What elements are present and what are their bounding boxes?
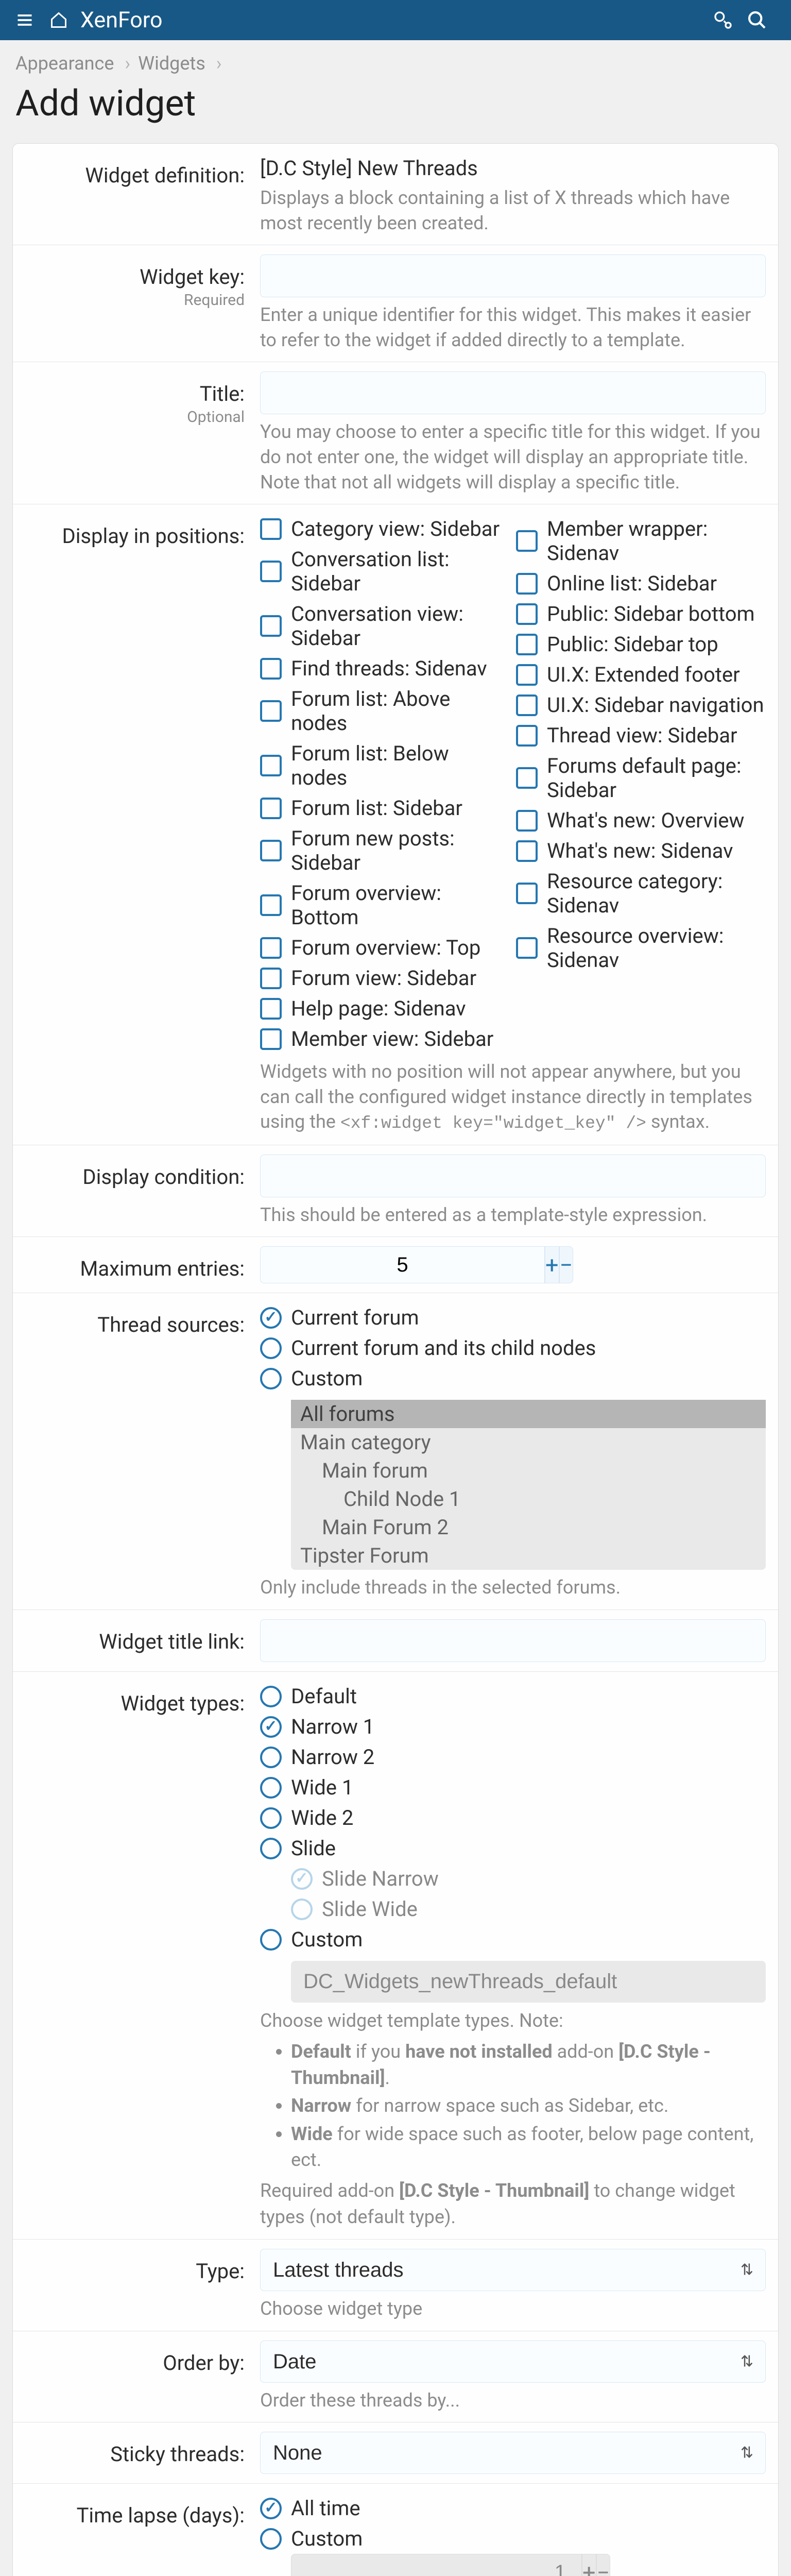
- forum-option[interactable]: Tipster Forum: [291, 1541, 766, 1570]
- position-checkbox[interactable]: Public: Sidebar top: [516, 629, 766, 659]
- radio-type-narrow1[interactable]: Narrow 1: [260, 1711, 766, 1742]
- timelapse-input: [291, 2554, 582, 2576]
- position-checkbox[interactable]: Find threads: Sidenav: [260, 653, 510, 684]
- definition-value: [D.C Style] New Threads: [260, 153, 766, 180]
- admin-icon[interactable]: [711, 8, 735, 32]
- radio-timelapse-custom[interactable]: Custom: [260, 2523, 766, 2554]
- search-icon[interactable]: [745, 8, 769, 32]
- position-checkbox[interactable]: Member view: Sidebar: [260, 1024, 510, 1054]
- position-checkbox[interactable]: UI.X: Extended footer: [516, 659, 766, 690]
- radio-alltime[interactable]: All time: [260, 2493, 766, 2523]
- position-checkbox[interactable]: Resource overview: Sidenav: [516, 921, 766, 975]
- crumb-appearance[interactable]: Appearance: [15, 53, 114, 74]
- position-checkbox[interactable]: Forum list: Below nodes: [260, 738, 510, 793]
- label-sticky: Sticky threads:: [13, 2432, 260, 2474]
- type-select[interactable]: Latest threads: [260, 2249, 766, 2291]
- position-checkbox[interactable]: Forum list: Above nodes: [260, 684, 510, 738]
- form-panel: Widget definition: [D.C Style] New Threa…: [12, 143, 779, 2576]
- label-condition: Display condition:: [13, 1155, 260, 1228]
- title-input[interactable]: [260, 371, 766, 414]
- label-timelapse: Time lapse (days):: [13, 2493, 260, 2576]
- position-checkbox[interactable]: Forum new posts: Sidebar: [260, 823, 510, 878]
- order-select[interactable]: Date: [260, 2341, 766, 2383]
- widget-key-input[interactable]: [260, 255, 766, 297]
- forum-multiselect[interactable]: All forums Main category Main forum Chil…: [291, 1400, 766, 1570]
- label-widget-key: Widget key: Required: [13, 255, 260, 352]
- template-name-input: [291, 1961, 766, 2003]
- position-checkbox[interactable]: Help page: Sidenav: [260, 993, 510, 1024]
- position-checkbox[interactable]: Forums default page: Sidebar: [516, 751, 766, 805]
- position-checkbox[interactable]: Forum overview: Bottom: [260, 878, 510, 933]
- position-checkbox[interactable]: Thread view: Sidebar: [516, 720, 766, 751]
- type-desc: Choose widget type: [260, 2296, 766, 2321]
- label-widget-types: Widget types:: [13, 1681, 260, 2230]
- widget-types-notes: Choose widget template types. Note: Defa…: [260, 2008, 766, 2230]
- widget-key-desc: Enter a unique identifier for this widge…: [260, 302, 766, 352]
- position-checkbox[interactable]: Public: Sidebar bottom: [516, 599, 766, 629]
- forum-option[interactable]: Main Forum 2: [291, 1513, 766, 1541]
- title-link-input[interactable]: [260, 1619, 766, 1662]
- position-checkbox[interactable]: Forum list: Sidebar: [260, 793, 510, 823]
- stepper-plus-icon: +: [582, 2554, 596, 2576]
- radio-slide-wide[interactable]: Slide Wide: [291, 1894, 766, 1924]
- label-max-entries: Maximum entries:: [13, 1246, 260, 1283]
- title-desc: You may choose to enter a specific title…: [260, 419, 766, 495]
- positions-desc: Widgets with no position will not appear…: [260, 1059, 766, 1136]
- chevron-icon: ›: [125, 53, 130, 74]
- radio-type-wide2[interactable]: Wide 2: [260, 1803, 766, 1833]
- position-checkbox[interactable]: Online list: Sidebar: [516, 568, 766, 599]
- definition-desc: Displays a block containing a list of X …: [260, 185, 766, 235]
- sticky-select[interactable]: None: [260, 2432, 766, 2474]
- position-checkbox[interactable]: Forum overview: Top: [260, 933, 510, 963]
- position-checkbox[interactable]: Conversation view: Sidebar: [260, 599, 510, 653]
- label-definition: Widget definition:: [13, 153, 260, 235]
- radio-type-slide[interactable]: Slide: [260, 1833, 766, 1863]
- label-sources: Thread sources:: [13, 1302, 260, 1600]
- position-checkbox[interactable]: Member wrapper: Sidenav: [516, 514, 766, 568]
- position-checkbox[interactable]: UI.X: Sidebar navigation: [516, 690, 766, 720]
- stepper-minus-icon: −: [596, 2554, 611, 2576]
- label-type: Type:: [13, 2249, 260, 2321]
- max-entries-input[interactable]: [260, 1246, 545, 1283]
- position-checkbox[interactable]: What's new: Overview: [516, 805, 766, 836]
- forum-option[interactable]: Main category: [291, 1428, 766, 1456]
- top-bar: XenForo: [0, 0, 791, 40]
- menu-icon[interactable]: [12, 8, 37, 32]
- position-checkbox[interactable]: Forum view: Sidebar: [260, 963, 510, 993]
- forum-option[interactable]: Main forum: [291, 1456, 766, 1485]
- stepper-plus-icon[interactable]: +: [545, 1246, 559, 1283]
- radio-type-default[interactable]: Default: [260, 1681, 766, 1711]
- condition-input[interactable]: [260, 1155, 766, 1197]
- radio-current-forum[interactable]: Current forum: [260, 1302, 766, 1333]
- radio-type-custom[interactable]: Custom: [260, 1924, 766, 1955]
- label-positions: Display in positions:: [13, 514, 260, 1136]
- label-title: Title: Optional: [13, 371, 260, 495]
- order-desc: Order these threads by...: [260, 2388, 766, 2413]
- label-title-link: Widget title link:: [13, 1619, 260, 1662]
- radio-type-narrow2[interactable]: Narrow 2: [260, 1742, 766, 1772]
- position-checkbox[interactable]: Category view: Sidebar: [260, 514, 510, 544]
- radio-current-forum-child[interactable]: Current forum and its child nodes: [260, 1333, 766, 1363]
- breadcrumb: Appearance › Widgets ›: [0, 40, 791, 79]
- crumb-widgets[interactable]: Widgets: [138, 53, 205, 74]
- forum-option[interactable]: Child Node 1: [291, 1485, 766, 1513]
- label-order: Order by:: [13, 2341, 260, 2413]
- position-checkbox[interactable]: Resource category: Sidenav: [516, 866, 766, 921]
- position-checkbox[interactable]: Conversation list: Sidebar: [260, 544, 510, 599]
- condition-desc: This should be entered as a template-sty…: [260, 1202, 766, 1228]
- position-checkbox[interactable]: What's new: Sidenav: [516, 836, 766, 866]
- chevron-icon: ›: [216, 53, 222, 74]
- page-title: Add widget: [0, 79, 791, 143]
- brand-title: XenForo: [80, 7, 163, 33]
- stepper-minus-icon[interactable]: −: [559, 1246, 574, 1283]
- sources-desc: Only include threads in the selected for…: [260, 1575, 766, 1600]
- radio-custom-sources[interactable]: Custom: [260, 1363, 766, 1394]
- radio-type-wide1[interactable]: Wide 1: [260, 1772, 766, 1803]
- forum-option[interactable]: All forums: [291, 1400, 766, 1428]
- radio-slide-narrow[interactable]: Slide Narrow: [291, 1863, 766, 1894]
- home-icon[interactable]: [46, 8, 71, 32]
